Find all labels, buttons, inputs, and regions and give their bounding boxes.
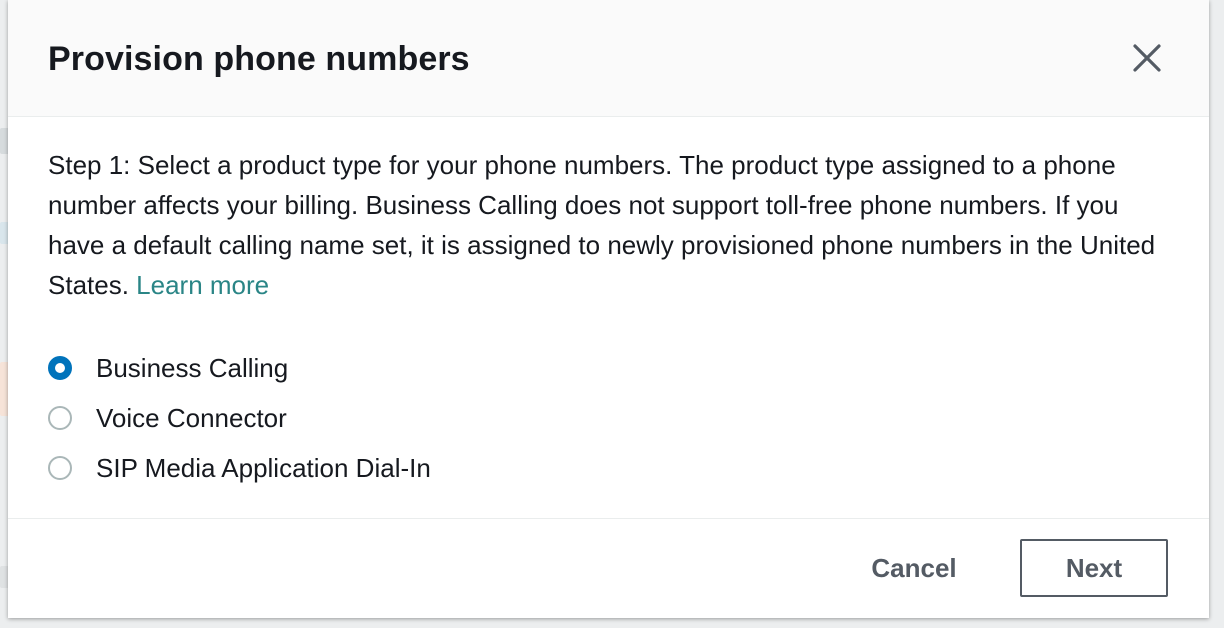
- modal-body: Step 1: Select a product type for your p…: [48, 145, 1168, 305]
- radio-option-voice-connector[interactable]: Voice Connector: [48, 398, 431, 438]
- modal-footer: Cancel Next: [8, 518, 1209, 618]
- close-icon: [1133, 44, 1161, 72]
- radio-label: Business Calling: [96, 352, 289, 383]
- provision-phone-numbers-modal: Provision phone numbers Step 1: Select a…: [8, 0, 1209, 618]
- radio-option-business-calling[interactable]: Business Calling: [48, 348, 431, 388]
- radio-label: Voice Connector: [96, 402, 287, 433]
- radio-option-sip-media-application-dial-in[interactable]: SIP Media Application Dial-In: [48, 448, 431, 488]
- learn-more-link[interactable]: Learn more: [136, 270, 269, 300]
- modal-header: Provision phone numbers: [8, 0, 1209, 117]
- step-description: Step 1: Select a product type for your p…: [48, 145, 1168, 305]
- radio-label: SIP Media Application Dial-In: [96, 452, 431, 483]
- radio-button[interactable]: [48, 456, 72, 480]
- next-button[interactable]: Next: [1020, 539, 1168, 597]
- radio-button-selected[interactable]: [48, 356, 72, 380]
- radio-button[interactable]: [48, 406, 72, 430]
- product-type-radio-group: Business Calling Voice Connector SIP Med…: [48, 348, 431, 498]
- cancel-button[interactable]: Cancel: [854, 539, 974, 597]
- modal-title: Provision phone numbers: [48, 40, 470, 78]
- close-button[interactable]: [1127, 38, 1167, 78]
